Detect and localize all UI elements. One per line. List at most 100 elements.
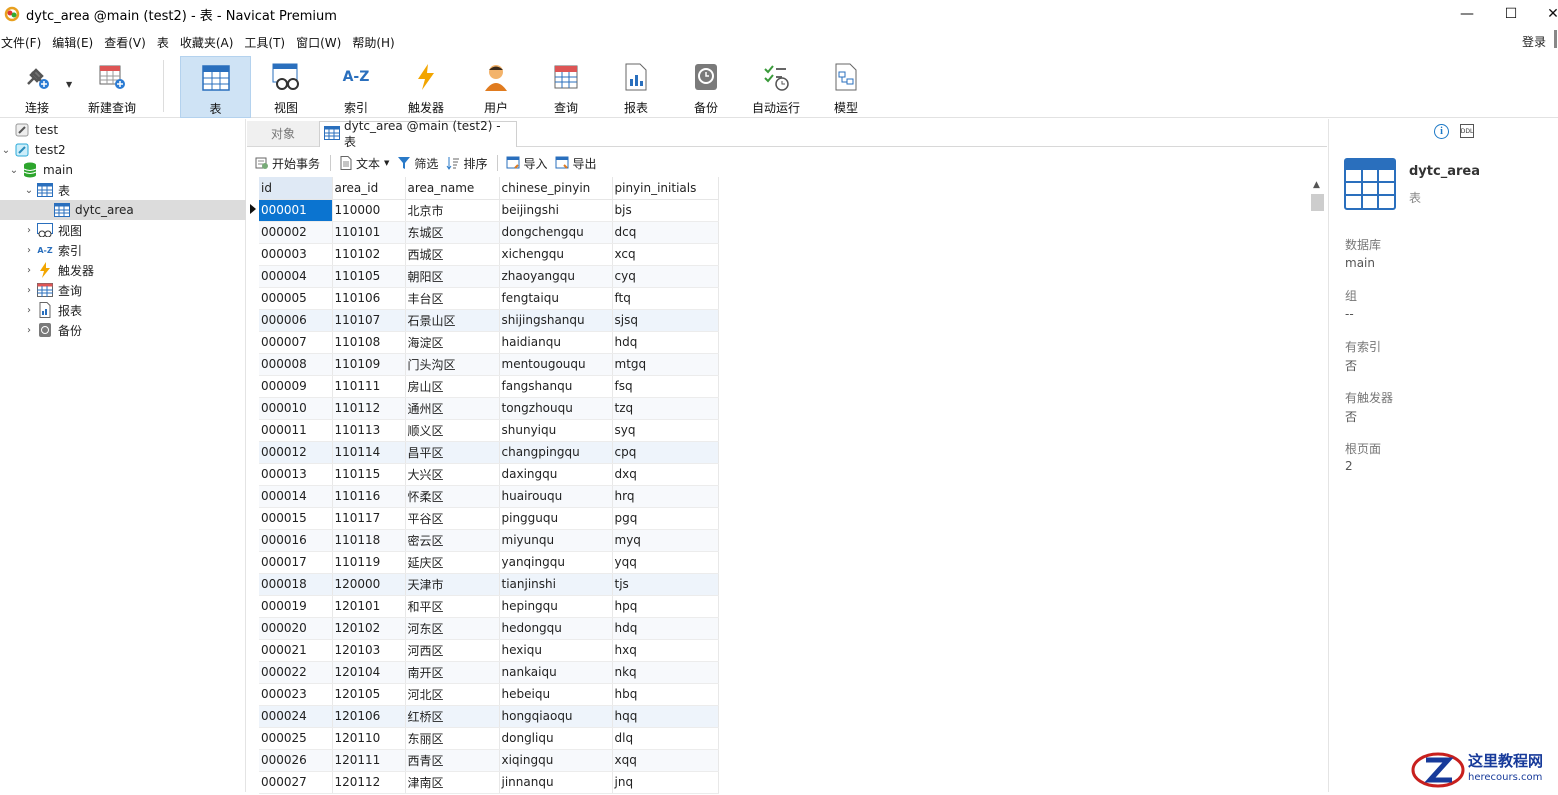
id-cell[interactable]: 000019 (259, 595, 333, 618)
column-header-pinyin-initials[interactable]: pinyin_initials (612, 177, 719, 200)
id-cell[interactable]: 000021 (259, 639, 333, 662)
chevron-right-icon[interactable]: › (23, 325, 35, 336)
chinese-pinyin-cell[interactable]: zhaoyangqu (499, 265, 613, 288)
text-view-button[interactable]: 文本 ▼ (339, 155, 389, 172)
chinese-pinyin-cell[interactable]: shunyiqu (499, 419, 613, 442)
chevron-right-icon[interactable]: › (23, 305, 35, 316)
pinyin-initials-cell[interactable]: dcq (612, 221, 719, 244)
area-id-cell[interactable]: 110106 (332, 287, 406, 310)
id-cell[interactable]: 000026 (259, 749, 333, 772)
area-id-cell[interactable]: 110109 (332, 353, 406, 376)
area-name-cell[interactable]: 河东区 (405, 617, 500, 640)
area-name-cell[interactable]: 朝阳区 (405, 265, 500, 288)
chinese-pinyin-cell[interactable]: huairouqu (499, 485, 613, 508)
tree-database-main[interactable]: ⌄ main (8, 160, 246, 180)
id-cell[interactable]: 000023 (259, 683, 333, 706)
area-id-cell[interactable]: 110117 (332, 507, 406, 530)
area-name-cell[interactable]: 大兴区 (405, 463, 500, 486)
area-id-cell[interactable]: 120103 (332, 639, 406, 662)
chinese-pinyin-cell[interactable]: hexiqu (499, 639, 613, 662)
ddl-icon[interactable]: DDL (1460, 124, 1474, 138)
minimize-button[interactable]: — (1444, 0, 1490, 28)
tab-table-dytc-area[interactable]: dytc_area @main (test2) - 表 (319, 119, 517, 149)
id-cell[interactable]: 000013 (259, 463, 333, 486)
pinyin-initials-cell[interactable]: dxq (612, 463, 719, 486)
chinese-pinyin-cell[interactable]: hongqiaoqu (499, 705, 613, 728)
area-name-cell[interactable]: 怀柔区 (405, 485, 500, 508)
chinese-pinyin-cell[interactable]: miyunqu (499, 529, 613, 552)
menu-edit[interactable]: 编辑(E) (52, 34, 93, 51)
area-id-cell[interactable]: 120101 (332, 595, 406, 618)
chevron-right-icon[interactable]: › (23, 225, 35, 236)
chinese-pinyin-cell[interactable]: nankaiqu (499, 661, 613, 684)
login-link[interactable]: 登录 (1522, 33, 1546, 50)
id-cell[interactable]: 000004 (259, 265, 333, 288)
report-button[interactable]: 报表 (612, 56, 660, 118)
pinyin-initials-cell[interactable]: hdq (612, 617, 719, 640)
pinyin-initials-cell[interactable]: cyq (612, 265, 719, 288)
chinese-pinyin-cell[interactable]: tianjinshi (499, 573, 613, 596)
chinese-pinyin-cell[interactable]: fangshanqu (499, 375, 613, 398)
tree-group-tables[interactable]: ⌄ 表 (23, 180, 246, 200)
chinese-pinyin-cell[interactable]: hebeiqu (499, 683, 613, 706)
chevron-right-icon[interactable]: › (23, 245, 35, 256)
area-id-cell[interactable]: 120112 (332, 771, 406, 794)
chinese-pinyin-cell[interactable]: tongzhouqu (499, 397, 613, 420)
pinyin-initials-cell[interactable]: tjs (612, 573, 719, 596)
area-id-cell[interactable]: 120110 (332, 727, 406, 750)
model-button[interactable]: 模型 (822, 56, 870, 118)
pinyin-initials-cell[interactable]: cpq (612, 441, 719, 464)
pinyin-initials-cell[interactable]: dlq (612, 727, 719, 750)
pinyin-initials-cell[interactable]: yqq (612, 551, 719, 574)
id-cell[interactable]: 000015 (259, 507, 333, 530)
export-button[interactable]: 导出 (555, 155, 596, 172)
chinese-pinyin-cell[interactable]: fengtaiqu (499, 287, 613, 310)
chinese-pinyin-cell[interactable]: haidianqu (499, 331, 613, 354)
area-id-cell[interactable]: 120105 (332, 683, 406, 706)
column-header-area-id[interactable]: area_id (332, 177, 406, 200)
area-name-cell[interactable]: 昌平区 (405, 441, 500, 464)
menu-tools[interactable]: 工具(T) (244, 34, 285, 51)
id-cell[interactable]: 000016 (259, 529, 333, 552)
id-cell[interactable]: 000018 (259, 573, 333, 596)
area-name-cell[interactable]: 延庆区 (405, 551, 500, 574)
pinyin-initials-cell[interactable]: fsq (612, 375, 719, 398)
menu-favorites[interactable]: 收藏夹(A) (180, 34, 234, 51)
column-header-id[interactable]: id (259, 177, 333, 200)
area-name-cell[interactable]: 平谷区 (405, 507, 500, 530)
tree-group-reports[interactable]: › 报表 (23, 300, 246, 320)
table-row[interactable]: 000026 120111 西青区 xiqingqu xqq (259, 749, 719, 772)
automation-button[interactable]: 自动运行 (748, 56, 804, 118)
table-row[interactable]: 000021 120103 河西区 hexiqu hxq (259, 639, 719, 662)
maximize-button[interactable]: ☐ (1488, 0, 1534, 28)
area-name-cell[interactable]: 海淀区 (405, 331, 500, 354)
table-row[interactable]: 000002 110101 东城区 dongchengqu dcq (259, 221, 719, 244)
pinyin-initials-cell[interactable]: nkq (612, 661, 719, 684)
area-id-cell[interactable]: 120104 (332, 661, 406, 684)
table-row[interactable]: 000005 110106 丰台区 fengtaiqu ftq (259, 287, 719, 310)
area-name-cell[interactable]: 南开区 (405, 661, 500, 684)
chinese-pinyin-cell[interactable]: mentougouqu (499, 353, 613, 376)
pinyin-initials-cell[interactable]: mtgq (612, 353, 719, 376)
area-name-cell[interactable]: 河北区 (405, 683, 500, 706)
table-row[interactable]: 000019 120101 和平区 hepingqu hpq (259, 595, 719, 618)
area-name-cell[interactable]: 西青区 (405, 749, 500, 772)
area-name-cell[interactable]: 北京市 (405, 199, 500, 222)
id-cell[interactable]: 000012 (259, 441, 333, 464)
import-button[interactable]: 导入 (506, 155, 547, 172)
scrollbar-thumb[interactable] (1311, 194, 1324, 211)
menu-window[interactable]: 窗口(W) (296, 34, 341, 51)
table-row[interactable]: 000004 110105 朝阳区 zhaoyangqu cyq (259, 265, 719, 288)
chinese-pinyin-cell[interactable]: jinnanqu (499, 771, 613, 794)
tree-connection-test[interactable]: test (0, 120, 246, 140)
scroll-up-icon[interactable]: ▲ (1313, 180, 1320, 190)
area-name-cell[interactable]: 密云区 (405, 529, 500, 552)
chevron-right-icon[interactable]: › (23, 285, 35, 296)
tab-objects[interactable]: 对象 (247, 121, 319, 146)
user-button[interactable]: 用户 (472, 56, 520, 118)
chinese-pinyin-cell[interactable]: hedongqu (499, 617, 613, 640)
table-row[interactable]: 000010 110112 通州区 tongzhouqu tzq (259, 397, 719, 420)
column-header-area-name[interactable]: area_name (405, 177, 500, 200)
pinyin-initials-cell[interactable]: hpq (612, 595, 719, 618)
pinyin-initials-cell[interactable]: sjsq (612, 309, 719, 332)
